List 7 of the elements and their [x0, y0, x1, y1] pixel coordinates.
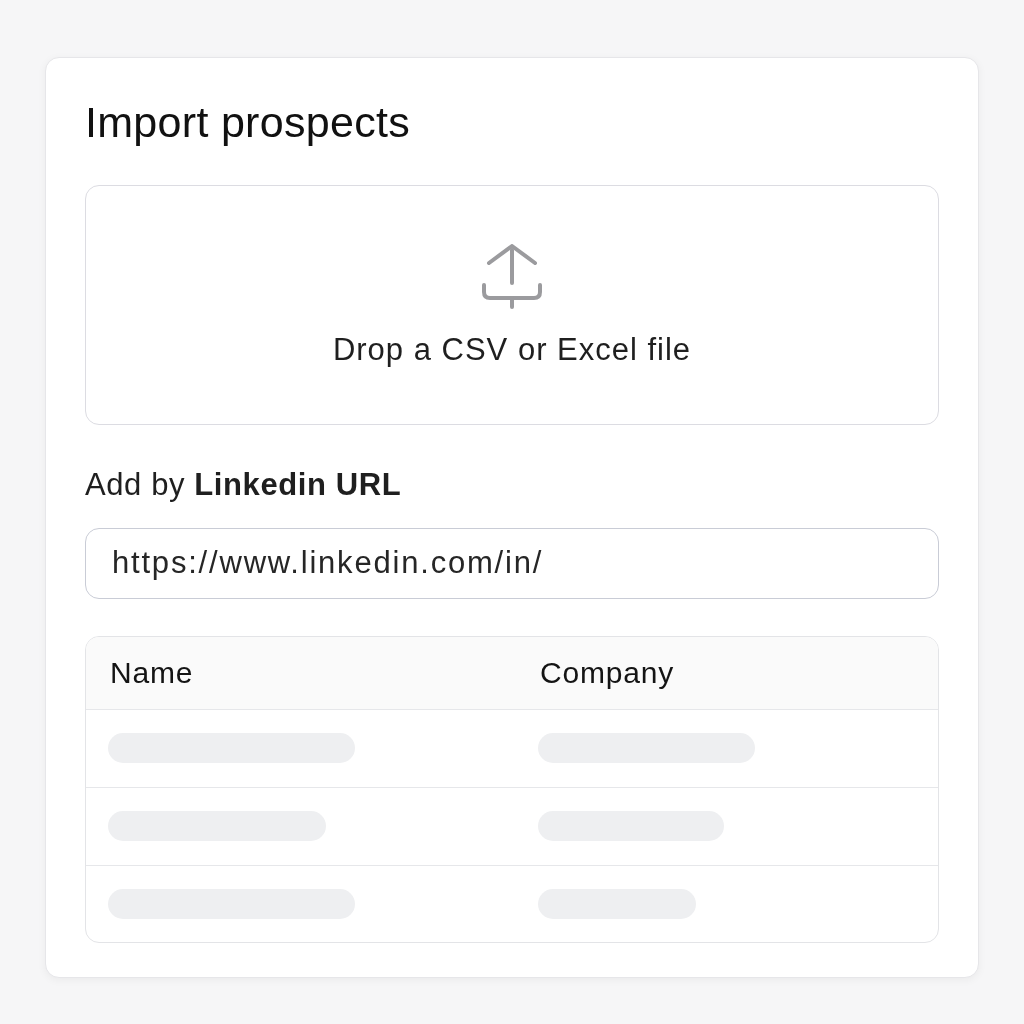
- card-title: Import prospects: [85, 98, 411, 146]
- file-drop-zone[interactable]: Drop a CSV or Excel file: [85, 185, 939, 425]
- column-header: Name: [110, 655, 194, 689]
- field-label: Add by Linkedin URL: [85, 466, 402, 502]
- column-header: Company: [540, 655, 674, 689]
- url-input[interactable]: https://www.linkedin.com/in/: [85, 527, 939, 599]
- upload-icon: [481, 244, 543, 310]
